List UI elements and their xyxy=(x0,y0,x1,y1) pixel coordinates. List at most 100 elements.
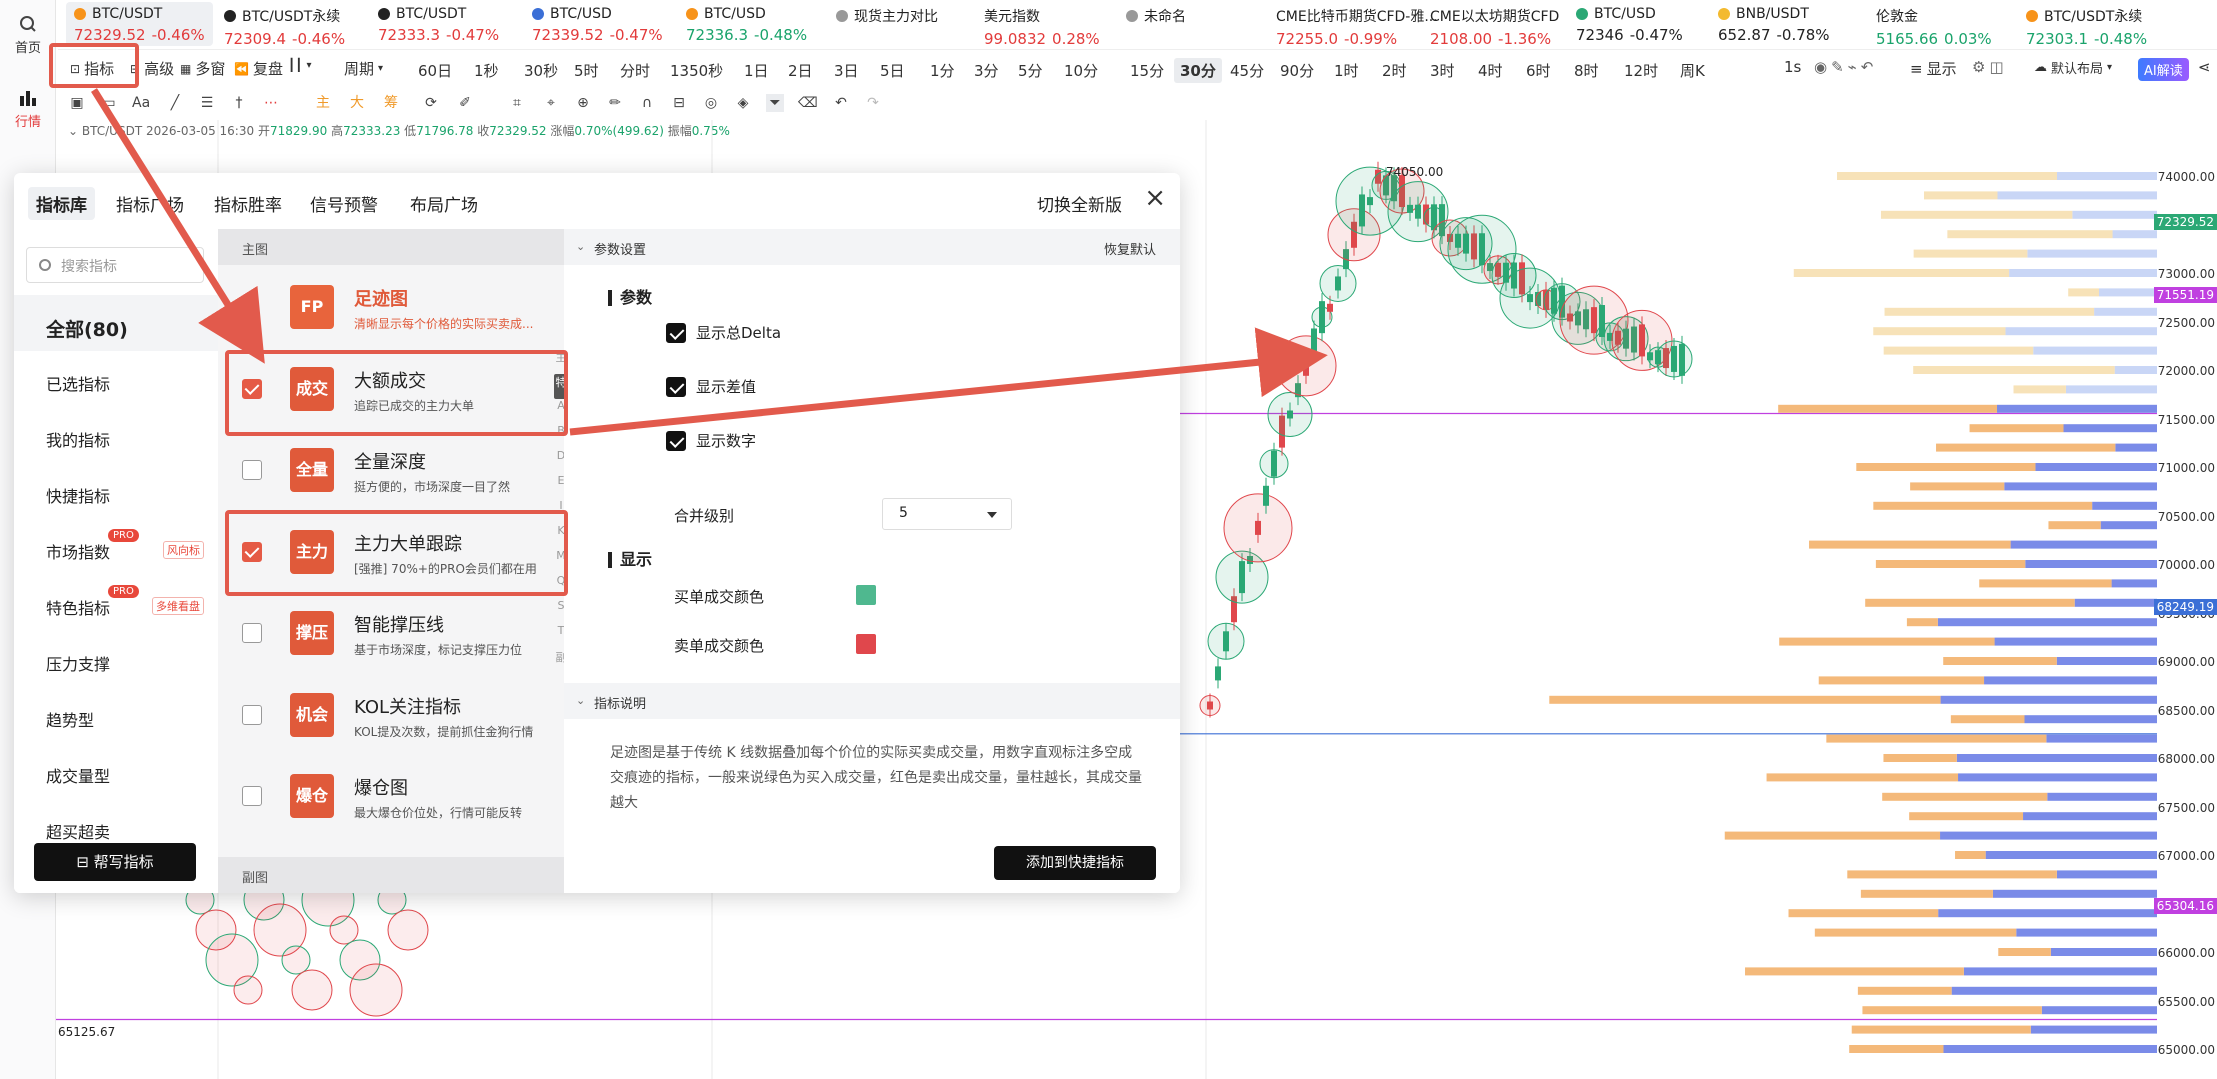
timeframe-option[interactable]: 15分 xyxy=(1124,58,1170,83)
desc-header[interactable]: ⌄ 指标说明 xyxy=(564,683,1180,719)
timeframe-option[interactable]: 分时 xyxy=(614,58,656,83)
trash-icon[interactable]: ⌫ xyxy=(798,94,818,112)
timeframe-option[interactable]: 6时 xyxy=(1520,58,1557,83)
layout-button[interactable]: ☁ 默认布局 ▾ xyxy=(2034,58,2112,77)
timeframe-option[interactable]: 8时 xyxy=(1568,58,1605,83)
ticker-item[interactable]: 未命名 xyxy=(1118,2,1194,46)
category-item[interactable]: 市场指数 PRO 风向标 xyxy=(14,519,218,575)
ticker-item[interactable]: BTC/USD 72346 -0.47% xyxy=(1568,2,1691,46)
undo-icon[interactable]: ↶ xyxy=(1861,58,1874,76)
rail-market[interactable]: 行情 xyxy=(0,88,56,130)
indicator-row[interactable]: 机会 KOL关注指标 KOL提及次数，提前抓住金狗行情 xyxy=(218,673,564,753)
ruler-icon[interactable]: ⌖ xyxy=(542,94,560,112)
opt-diff[interactable]: 显示差值 xyxy=(666,376,756,397)
ticker-item[interactable]: BTC/USDT永续 72309.4 -0.46% xyxy=(216,2,353,48)
ticker-item[interactable]: CME比特币期货CFD-雅... 72255.0 -0.99% xyxy=(1268,2,1446,48)
modal-tab[interactable]: 布局广场 xyxy=(410,191,478,216)
settings-icon[interactable]: ⚙ xyxy=(1972,58,1985,76)
lock-icon[interactable]: ⊟ xyxy=(670,94,688,112)
timeframe-option[interactable]: 1时 xyxy=(1328,58,1365,83)
timeframe-option[interactable]: 5日 xyxy=(874,58,911,83)
sync-icon[interactable]: ⟳ xyxy=(422,94,440,112)
indicator-row[interactable]: FP 足迹图 清晰显示每个价格的实际买卖成... xyxy=(218,265,564,345)
indicator-row[interactable]: 全量 全量深度 挺方便的，市场深度一目了然 xyxy=(218,428,564,508)
ticker-item[interactable]: 现货主力对比 xyxy=(828,2,946,46)
timeframe-option[interactable]: 30秒 xyxy=(518,58,564,83)
timeframe-option[interactable]: 周K xyxy=(1674,58,1711,83)
drawtool-big[interactable]: 大 xyxy=(348,94,366,112)
timeframe-option[interactable]: 3分 xyxy=(968,58,1005,83)
layers-icon[interactable]: ◈ xyxy=(734,94,752,112)
category-item[interactable]: 全部(80) xyxy=(14,295,218,351)
close-icon[interactable]: × xyxy=(1144,183,1166,213)
text-note-icon[interactable]: ▣ xyxy=(68,94,86,112)
ticker-item[interactable]: 伦敦金 5165.66 0.03% xyxy=(1868,2,2000,48)
category-item[interactable]: 趋势型 xyxy=(14,687,218,743)
price-axis[interactable]: 74000.0073500.0073000.0072500.0072000.00… xyxy=(2153,120,2217,1079)
ticker-item[interactable]: CME以太坊期货CFD 2108.00 -1.36% xyxy=(1422,2,1567,48)
opt-total-delta[interactable]: 显示总Delta xyxy=(666,322,781,343)
reset-default-link[interactable]: 恢复默认 xyxy=(1104,239,1156,258)
timeframe-option[interactable]: 4时 xyxy=(1472,58,1509,83)
category-item[interactable]: 已选指标 xyxy=(14,351,218,407)
modal-tab[interactable]: 指标胜率 xyxy=(214,191,282,216)
ticker-item[interactable]: BTC/USD 72336.3 -0.48% xyxy=(678,2,815,46)
checkbox-checked[interactable] xyxy=(666,322,686,343)
timeframe-option[interactable]: 5分 xyxy=(1012,58,1049,83)
sell-color-swatch[interactable] xyxy=(856,634,876,654)
timeframe-option[interactable]: 90分 xyxy=(1274,58,1320,83)
search-input[interactable]: 搜索指标 xyxy=(26,247,204,283)
rect-icon[interactable]: ▭ xyxy=(100,94,118,112)
line-icon[interactable]: ╱ xyxy=(166,94,184,112)
indicator-checkbox[interactable] xyxy=(242,460,262,480)
indicator-checkbox[interactable] xyxy=(242,704,262,725)
switch-new-version-link[interactable]: 切换全新版 xyxy=(1037,191,1122,216)
replay-button[interactable]: ⏪ 复盘 xyxy=(234,58,283,79)
timeframe-option[interactable]: 1秒 xyxy=(468,58,505,83)
category-item[interactable]: 快捷指标 xyxy=(14,463,218,519)
ticker-item[interactable]: BTC/USD 72339.52 -0.47% xyxy=(524,2,671,46)
eye-icon[interactable]: ◎ xyxy=(702,94,720,112)
help-write-button[interactable]: ⊟ 帮写指标 xyxy=(34,843,196,881)
timeframe-option[interactable]: 60日 xyxy=(412,58,458,83)
pen-tool-icon[interactable]: ✐ xyxy=(456,94,474,112)
timeframe-option[interactable]: 2时 xyxy=(1376,58,1413,83)
display-button[interactable]: ≡ 显示 xyxy=(1910,58,1957,79)
timeframe-option[interactable]: 45分 xyxy=(1224,58,1270,83)
magnet-icon[interactable]: ∩ xyxy=(638,94,656,112)
zoom-icon[interactable]: ⊕ xyxy=(574,94,592,112)
category-item[interactable]: 特色指标 PRO 多维看盘 xyxy=(14,575,218,631)
hlines-icon[interactable]: ☰ xyxy=(198,94,216,112)
timeframe-option[interactable]: 3时 xyxy=(1424,58,1461,83)
timeframe-option[interactable]: 1分 xyxy=(924,58,961,83)
one-second-toggle[interactable]: 1s xyxy=(1784,58,1801,76)
buy-color-swatch[interactable] xyxy=(856,585,876,605)
add-quick-indicator-button[interactable]: 添加到快捷指标 xyxy=(994,846,1156,880)
redo-draw-icon[interactable]: ↷ xyxy=(864,94,882,112)
pen-icon[interactable]: ✎ xyxy=(1831,58,1844,76)
alert-icon[interactable]: ⌁ xyxy=(1848,58,1857,76)
period-button[interactable]: 周期 ▾ xyxy=(344,58,383,79)
modal-tab[interactable]: 信号预警 xyxy=(310,191,378,216)
timeframe-option[interactable]: 2日 xyxy=(782,58,819,83)
category-item[interactable]: 成交量型 xyxy=(14,743,218,799)
indicator-row[interactable]: 撑压 智能撑压线 基于市场深度，标记支撑压力位 xyxy=(218,591,564,671)
indicator-checkbox[interactable] xyxy=(242,786,262,806)
indicator-checkbox[interactable] xyxy=(242,623,262,643)
timeframe-option[interactable]: 5时 xyxy=(568,58,605,83)
timeframe-option[interactable]: 1日 xyxy=(738,58,775,83)
timeframe-option[interactable]: 30分 xyxy=(1174,58,1222,83)
timeframe-option[interactable]: 12时 xyxy=(1618,58,1664,83)
brush-icon[interactable]: ✏ xyxy=(606,94,624,112)
ticker-item[interactable]: BNB/USDT 652.87 -0.78% xyxy=(1710,2,1838,46)
params-header[interactable]: ⌄ 参数设置 恢复默认 xyxy=(564,229,1180,265)
checkbox-checked[interactable] xyxy=(666,430,686,451)
undo-draw-icon[interactable]: ↶ xyxy=(832,94,850,112)
ticker-item[interactable]: BTC/USDT永续 72303.1 -0.48% xyxy=(2018,2,2155,48)
drawtool-main[interactable]: 主 xyxy=(314,94,332,112)
vline-icon[interactable]: † xyxy=(230,94,248,112)
merge-level-select[interactable]: 5 xyxy=(882,498,1012,530)
multiwin-button[interactable]: ▦ 多窗 xyxy=(180,58,225,79)
timeframe-option[interactable]: 3日 xyxy=(828,58,865,83)
modal-tab[interactable]: 指标广场 xyxy=(116,191,184,216)
